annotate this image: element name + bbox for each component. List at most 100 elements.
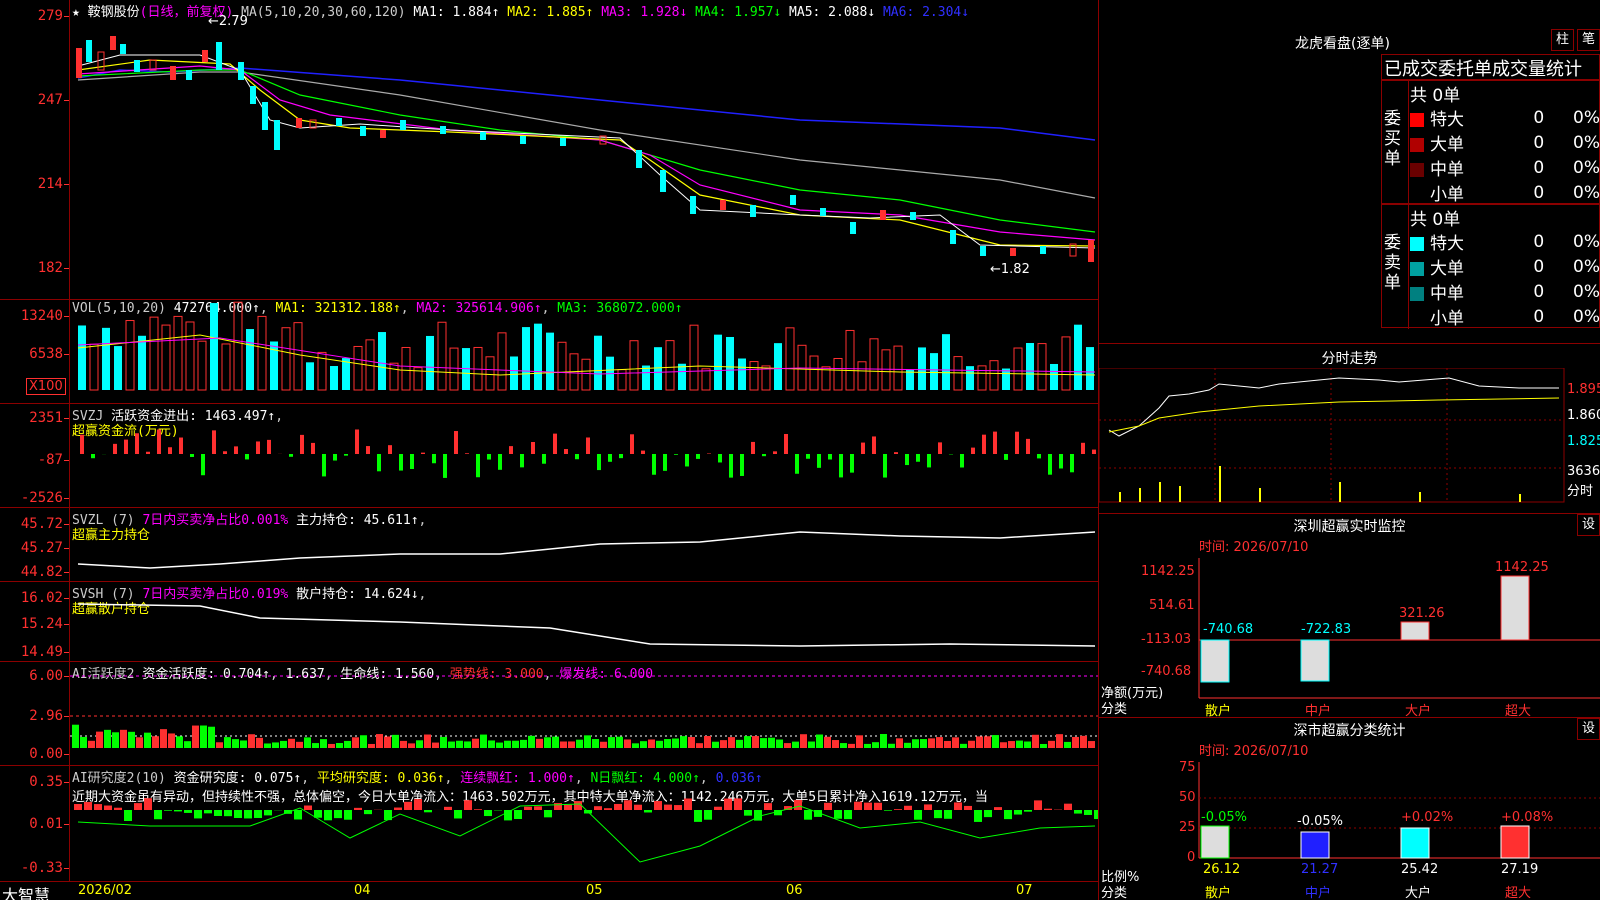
bar	[354, 807, 362, 810]
svsh-panel[interactable]: 16.02 15.24 14.49 SVSH (7) 7日内买卖净占比0.019…	[0, 582, 1098, 662]
bar	[641, 450, 645, 454]
bar	[424, 734, 431, 748]
bar	[751, 441, 755, 454]
bar	[894, 809, 902, 810]
bar	[78, 325, 86, 390]
bar	[179, 437, 183, 454]
tick-mode-button[interactable]: 笔	[1577, 29, 1600, 51]
large-net-value: 321.26	[1399, 606, 1445, 621]
bar	[233, 301, 243, 391]
classify-panel[interactable]: 深市超赢分类统计 设 时间: 2026/07/10 75 50 25 0 比例%…	[1099, 718, 1600, 900]
bar	[688, 736, 695, 748]
bar	[443, 454, 447, 478]
bar	[893, 345, 903, 391]
bar	[1056, 734, 1063, 748]
bar	[574, 801, 582, 810]
bar	[560, 741, 567, 748]
bar	[312, 743, 319, 748]
row-pct: 0%	[1573, 281, 1600, 302]
bar	[400, 740, 407, 748]
bar	[120, 729, 127, 748]
bar	[689, 324, 699, 391]
row-label: 中单	[1430, 284, 1464, 304]
bar	[600, 741, 607, 748]
intraday-title: 分时走势	[1321, 351, 1378, 367]
bar	[91, 454, 95, 459]
bar	[342, 358, 350, 390]
bar	[296, 741, 303, 748]
monitor-panel[interactable]: 深圳超赢实时监控 设 时间: 2026/07/10 1142.25 514.61…	[1099, 514, 1600, 719]
ai-research-panel[interactable]: 0.35 0.01 -0.33 AI研究度2(10) 资金研究度: 0.075↑…	[0, 766, 1098, 882]
ai-activity-panel[interactable]: 6.00 2.96 0.00 AI活跃度2 资金活跃度: 0.704↑, 1.6…	[0, 662, 1098, 766]
bar	[749, 361, 759, 391]
bar	[244, 810, 252, 819]
bar	[874, 802, 882, 810]
bar	[192, 725, 199, 748]
bar	[914, 810, 922, 820]
svzl-panel[interactable]: 45.72 45.27 44.82 SVZL (7) 7日内买卖净占比0.001…	[0, 508, 1098, 582]
bar	[896, 738, 903, 748]
bar	[1013, 347, 1023, 391]
bar	[1004, 454, 1008, 460]
bar	[1037, 343, 1047, 391]
row-label: 特大	[1430, 234, 1464, 254]
bar	[1070, 454, 1074, 473]
bar	[185, 321, 195, 391]
bar	[718, 454, 722, 463]
bar	[994, 807, 1002, 810]
bar	[184, 810, 192, 813]
bar	[306, 362, 314, 390]
bar	[848, 743, 855, 748]
bar	[808, 741, 815, 748]
bar	[212, 430, 216, 454]
bar	[760, 738, 767, 748]
bar	[344, 740, 351, 748]
bar	[664, 739, 671, 748]
bar	[795, 454, 799, 474]
row-pct: 0%	[1573, 306, 1600, 327]
buy-row: 特大 0 0%	[1410, 105, 1600, 130]
sell-row: 大单 0 0%	[1410, 254, 1600, 279]
bar	[916, 454, 920, 462]
bar	[904, 742, 911, 748]
bar	[200, 725, 207, 748]
bar	[918, 347, 926, 390]
bar	[656, 740, 663, 748]
bar	[927, 454, 931, 468]
bar	[112, 732, 119, 748]
buy-row: 大单 0 0%	[1410, 130, 1600, 155]
large-ratio: 25.42	[1401, 862, 1439, 877]
super-ratio: 27.19	[1501, 862, 1539, 877]
intraday-panel[interactable]: 分时走势 1.895 1.860 1.825 36361 分时	[1099, 344, 1600, 514]
bar	[264, 743, 271, 748]
bar	[768, 737, 775, 748]
bar	[104, 729, 111, 748]
buy-row: 中单 0 0%	[1410, 155, 1600, 180]
row-value: 0	[1533, 132, 1545, 153]
bar	[1040, 743, 1047, 748]
retail-net-value: -740.68	[1203, 622, 1254, 637]
row-pct: 0%	[1573, 107, 1600, 128]
bar	[355, 429, 359, 454]
bar	[652, 454, 656, 475]
bar	[504, 740, 511, 748]
bar-mode-button[interactable]: 柱	[1551, 29, 1575, 51]
bar	[1074, 324, 1082, 390]
bar	[157, 429, 161, 454]
bar	[256, 441, 260, 454]
bar	[648, 739, 655, 748]
row-pct: 0%	[1573, 256, 1600, 277]
bar	[234, 810, 242, 819]
bar	[214, 810, 222, 816]
price-panel[interactable]: 279 247 214 182 ★ 鞍钢股份(日线，前复权) MA(5,10,2…	[0, 0, 1098, 300]
bar	[924, 804, 932, 810]
volume-panel[interactable]: 13240 6538 X100 VOL(5,10,20) 472764.000↑…	[0, 300, 1098, 404]
bar	[1016, 740, 1023, 748]
bar	[401, 346, 411, 391]
bar	[368, 743, 375, 748]
sell-total: 共 0单	[1410, 210, 1461, 230]
bar	[528, 735, 535, 748]
bar	[592, 739, 599, 748]
bar	[465, 453, 469, 454]
svzj-panel[interactable]: 2351 -87 -2526 SVZJ 活跃资金进出: 1463.497↑, 超…	[0, 404, 1098, 508]
